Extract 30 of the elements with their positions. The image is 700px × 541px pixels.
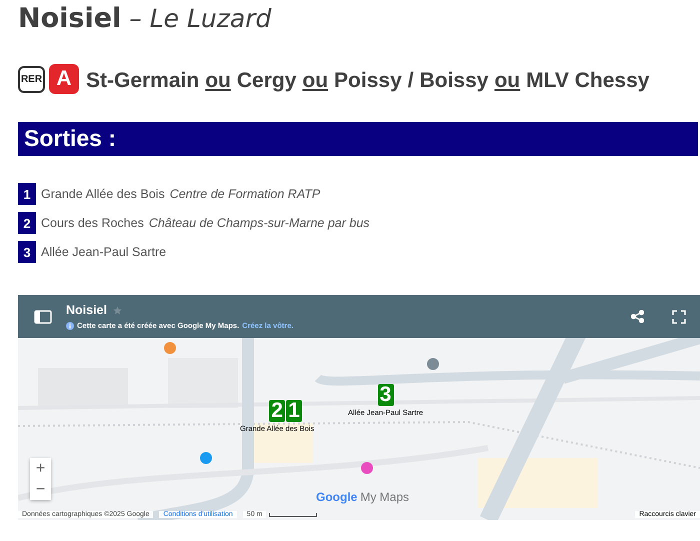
map-marker[interactable]: 1 — [286, 400, 302, 422]
line-badge: A — [49, 64, 79, 94]
exit-name: Allée Jean-Paul Sartre — [41, 245, 166, 259]
separator-word: ou — [494, 69, 520, 93]
destination: Poissy — [334, 69, 402, 93]
zoom-out-button[interactable]: − — [30, 479, 51, 500]
google-logo: Google — [316, 490, 358, 504]
destination: Boissy — [420, 69, 488, 93]
map-marker[interactable]: 2 — [269, 400, 286, 422]
destination: St-Germain — [86, 69, 200, 93]
exit-note: Château de Champs-sur-Marne par bus — [148, 216, 370, 230]
exit-name: Cours des Roches — [41, 216, 144, 230]
exit-name: Grande Allée des Bois — [41, 187, 165, 201]
exit-number: 3 — [18, 241, 36, 263]
section-heading: Sorties : — [18, 122, 698, 156]
zoom-in-button[interactable]: + — [30, 458, 51, 479]
page-title: Noisiel — [18, 2, 122, 36]
separator-word: ou — [205, 69, 231, 93]
separator-word: ou — [302, 69, 328, 93]
exit-number: 1 — [18, 183, 36, 205]
destination: Cergy — [236, 69, 296, 93]
logo-suffix: My Maps — [360, 490, 410, 504]
separator: / — [408, 69, 414, 93]
exit-number: 2 — [18, 212, 36, 234]
destination: MLV Chessy — [526, 69, 650, 93]
page-subtitle: – Le Luzard — [129, 3, 272, 35]
map-marker[interactable]: 3 — [378, 384, 394, 406]
exit-note: Centre de Formation RATP — [170, 187, 320, 201]
rer-logo: RER — [18, 66, 45, 92]
map-title: Noisiel — [66, 303, 107, 317]
